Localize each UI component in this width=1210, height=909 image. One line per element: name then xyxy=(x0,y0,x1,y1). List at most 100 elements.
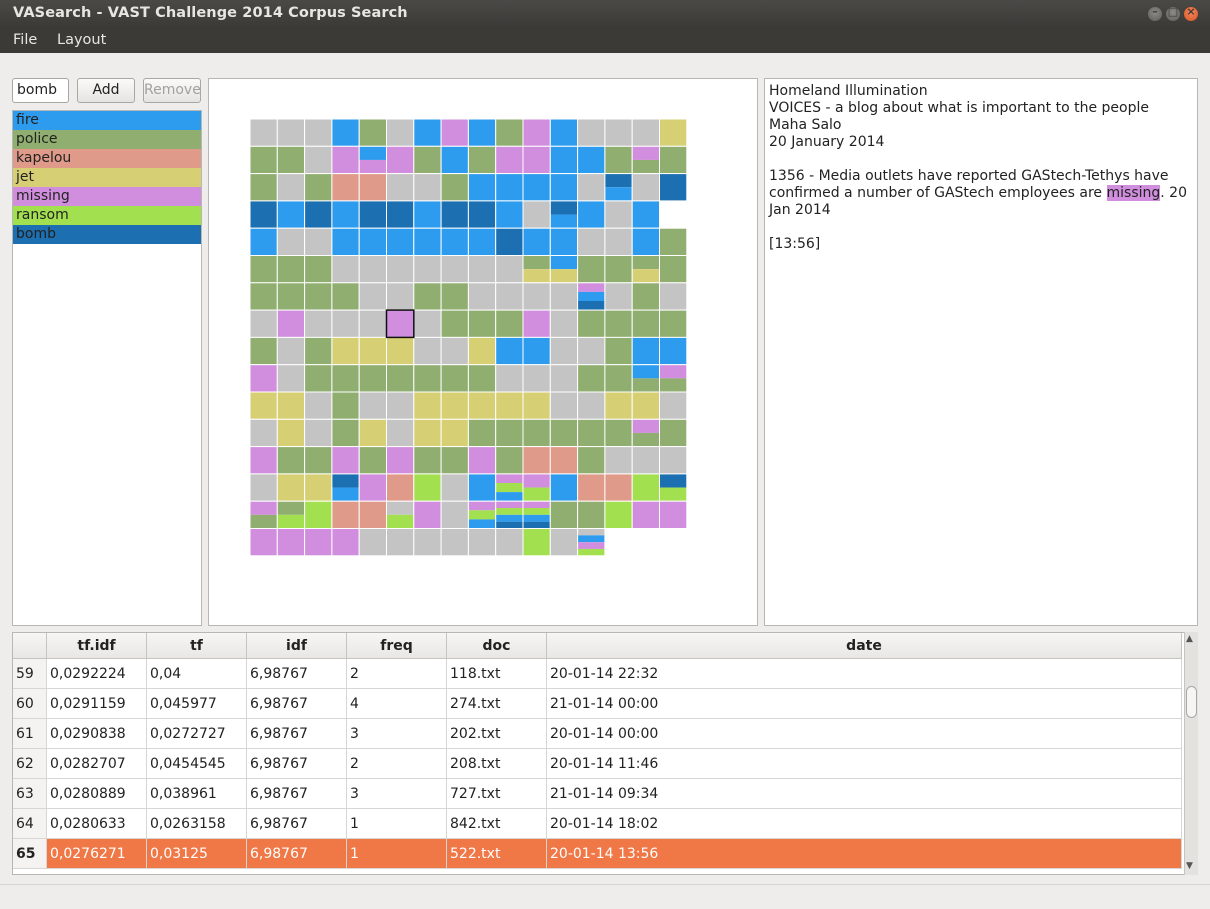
doc-cell-fire[interactable] xyxy=(523,337,551,365)
doc-cell-ransom[interactable] xyxy=(495,508,523,515)
doc-cell-bomb[interactable] xyxy=(441,200,469,229)
doc-cell-fire[interactable] xyxy=(632,364,660,379)
doc-cell-kapelou[interactable] xyxy=(604,473,633,502)
doc-cell-police[interactable] xyxy=(468,310,496,338)
doc-cell-fire[interactable] xyxy=(495,492,523,502)
doc-cell-police[interactable] xyxy=(604,146,633,174)
doc-cell-fire[interactable] xyxy=(413,119,442,147)
doc-cell-police[interactable] xyxy=(413,446,442,474)
doc-cell-gray[interactable] xyxy=(604,282,633,311)
doc-cell-bomb[interactable] xyxy=(577,301,605,311)
term-item-kapelou[interactable]: kapelou xyxy=(13,149,201,168)
doc-cell-jet[interactable] xyxy=(277,392,305,420)
doc-cell-police[interactable] xyxy=(441,310,469,338)
doc-cell-jet[interactable] xyxy=(441,419,469,447)
doc-cell-gray[interactable] xyxy=(386,501,414,515)
doc-cell-fire[interactable] xyxy=(550,173,578,201)
doc-cell-police[interactable] xyxy=(659,419,687,447)
doc-cell-gray[interactable] xyxy=(495,528,523,556)
doc-cell-police[interactable] xyxy=(277,446,305,474)
doc-cell-gray[interactable] xyxy=(659,392,687,420)
doc-cell-missing[interactable] xyxy=(523,501,551,509)
doc-cell-gray[interactable] xyxy=(413,337,442,365)
doc-cell-missing[interactable] xyxy=(441,119,469,147)
doc-cell-gray[interactable] xyxy=(577,119,605,147)
doc-cell-missing[interactable] xyxy=(659,364,687,379)
term-item-missing[interactable]: missing xyxy=(13,187,201,206)
doc-cell-gray[interactable] xyxy=(250,310,278,338)
doc-cell-police[interactable] xyxy=(632,255,660,270)
doc-cell-police[interactable] xyxy=(304,173,332,201)
menu-layout[interactable]: Layout xyxy=(57,32,106,48)
doc-cell-gray[interactable] xyxy=(359,392,387,420)
doc-cell-police[interactable] xyxy=(659,378,687,392)
doc-cell-jet[interactable] xyxy=(250,392,278,420)
doc-cell-police[interactable] xyxy=(495,310,523,338)
doc-cell-police[interactable] xyxy=(468,364,496,392)
doc-cell-gray[interactable] xyxy=(386,528,414,556)
doc-cell-fire[interactable] xyxy=(495,337,523,365)
doc-cell-kapelou[interactable] xyxy=(523,446,551,474)
doc-cell-fire[interactable] xyxy=(550,255,578,270)
doc-cell-missing[interactable] xyxy=(495,473,523,483)
doc-cell-bomb[interactable] xyxy=(468,200,496,229)
doc-cell-gray[interactable] xyxy=(604,446,633,474)
doc-cell-jet[interactable] xyxy=(277,473,305,502)
doc-cell-police[interactable] xyxy=(250,514,278,529)
doc-cell-missing[interactable] xyxy=(250,528,278,556)
doc-cell-police[interactable] xyxy=(331,419,360,447)
doc-cell-ransom[interactable] xyxy=(523,487,551,502)
doc-cell-gray[interactable] xyxy=(550,392,578,420)
doc-cell-fire[interactable] xyxy=(468,173,496,201)
doc-cell-bomb[interactable] xyxy=(659,173,687,201)
doc-cell-police[interactable] xyxy=(577,501,605,529)
close-button[interactable]: × xyxy=(1184,5,1198,21)
menu-file[interactable]: File xyxy=(13,32,37,48)
doc-cell-missing[interactable] xyxy=(331,446,360,474)
doc-cell-gray[interactable] xyxy=(277,337,305,365)
doc-cell-gray[interactable] xyxy=(604,119,633,147)
doc-cell-jet[interactable] xyxy=(632,392,660,420)
term-item-ransom[interactable]: ransom xyxy=(13,206,201,225)
doc-cell-ransom[interactable] xyxy=(523,508,551,515)
doc-cell-police[interactable] xyxy=(659,146,687,174)
doc-cell-bomb[interactable] xyxy=(659,473,687,488)
doc-cell-police[interactable] xyxy=(659,310,687,338)
doc-cell-gray[interactable] xyxy=(277,228,305,256)
doc-cell-fire[interactable] xyxy=(468,228,496,256)
doc-cell-missing[interactable] xyxy=(632,146,660,160)
doc-cell-jet[interactable] xyxy=(659,119,687,147)
doc-cell-gray[interactable] xyxy=(386,173,414,201)
doc-cell-missing[interactable] xyxy=(386,446,414,474)
doc-cell-jet[interactable] xyxy=(632,269,660,283)
table-scrollbar[interactable]: ▲ ▼ xyxy=(1184,632,1198,875)
doc-cell-missing[interactable] xyxy=(250,446,278,474)
doc-cell-police[interactable] xyxy=(632,432,660,447)
doc-cell-gray[interactable] xyxy=(659,282,687,311)
row-number[interactable]: 64 xyxy=(13,808,47,839)
doc-cell-missing[interactable] xyxy=(250,501,278,515)
doc-cell-jet[interactable] xyxy=(495,392,523,420)
doc-cell-ransom[interactable] xyxy=(468,510,496,520)
doc-cell-jet[interactable] xyxy=(523,269,551,283)
doc-cell-ransom[interactable] xyxy=(277,514,305,529)
doc-cell-gray[interactable] xyxy=(604,228,633,256)
doc-cell-police[interactable] xyxy=(604,419,633,447)
doc-cell-gray[interactable] xyxy=(359,282,387,311)
doc-cell-kapelou[interactable] xyxy=(359,173,387,201)
doc-cell-police[interactable] xyxy=(441,446,469,474)
scroll-up-icon[interactable]: ▲ xyxy=(1186,634,1193,644)
maximize-button[interactable]: □ xyxy=(1166,5,1180,21)
doc-cell-bomb[interactable] xyxy=(495,521,523,529)
doc-cell-police[interactable] xyxy=(604,255,633,283)
scroll-thumb[interactable] xyxy=(1186,686,1197,718)
table-row[interactable]: 61 0,0290838 0,0272727 6,98767 3 202.txt 20-01… xyxy=(13,718,1182,749)
doc-cell-gray[interactable] xyxy=(441,337,469,365)
doc-cell-police[interactable] xyxy=(632,159,660,174)
doc-cell-jet[interactable] xyxy=(386,337,414,365)
doc-cell-gray[interactable] xyxy=(331,255,360,283)
doc-cell-gray[interactable] xyxy=(359,255,387,283)
doc-cell-ransom[interactable] xyxy=(577,548,605,556)
doc-cell-missing[interactable] xyxy=(523,146,551,174)
doc-cell-police[interactable] xyxy=(250,337,278,365)
